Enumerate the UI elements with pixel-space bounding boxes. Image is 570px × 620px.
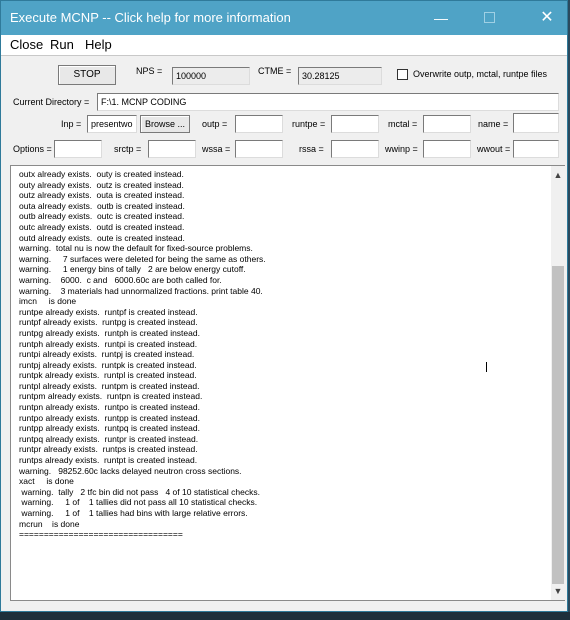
output-line: warning. 1 of 1 tallies did not pass all… bbox=[19, 497, 258, 508]
output-line: runtph already exists. runtpi is created… bbox=[19, 338, 198, 349]
output-line: warning. 98252.60c lacks delayed neutron… bbox=[19, 465, 242, 476]
menu-run[interactable]: Run bbox=[50, 37, 74, 52]
wwout-label: wwout = bbox=[477, 144, 511, 154]
mctal-label: mctal = bbox=[388, 119, 418, 129]
output-line: outz already exists. outa is created ins… bbox=[19, 190, 185, 201]
output-line: outx already exists. outy is created ins… bbox=[19, 169, 184, 179]
output-log-text: outx already exists. outy is created ins… bbox=[19, 169, 539, 540]
srctp-label: srctp = bbox=[114, 144, 142, 154]
output-line: warning. 7 surfaces were deleted for bei… bbox=[19, 253, 266, 264]
outp-label: outp = bbox=[202, 119, 228, 129]
output-line: runtpo already exists. runtpp is created… bbox=[19, 412, 200, 423]
nps-field[interactable]: 100000 bbox=[172, 67, 250, 85]
wssa-field[interactable] bbox=[235, 140, 283, 158]
wssa-label: wssa = bbox=[202, 144, 231, 154]
outp-field[interactable] bbox=[235, 115, 283, 133]
current-directory-label: Current Directory = bbox=[13, 97, 90, 107]
output-line: runtpf already exists. runtpg is created… bbox=[19, 317, 198, 328]
text-cursor-icon bbox=[486, 362, 487, 372]
output-line: runtpn already exists. runtpo is created… bbox=[19, 402, 200, 413]
output-line: runtpj already exists. runtpk is created… bbox=[19, 359, 197, 370]
wwinp-label: wwinp = bbox=[385, 144, 418, 154]
output-line: warning. 3 materials had unnormalized fr… bbox=[19, 285, 263, 296]
options-field[interactable] bbox=[54, 140, 102, 158]
output-line: runtpm already exists. runtpn is created… bbox=[19, 391, 203, 402]
maximize-icon bbox=[483, 12, 495, 24]
output-line: warning. tally 2 tfc bin did not pass 4 … bbox=[19, 486, 260, 497]
output-line: warning. 6000. c and 6000.60c are both c… bbox=[19, 274, 222, 285]
name-field[interactable] bbox=[513, 113, 559, 133]
output-log[interactable]: outx already exists. outy is created ins… bbox=[10, 165, 565, 601]
output-line: outb already exists. outc is created ins… bbox=[19, 211, 185, 222]
output-line: outy already exists. outz is created ins… bbox=[19, 179, 184, 190]
nps-label: NPS = bbox=[136, 66, 163, 76]
runtpe-label: runtpe = bbox=[292, 119, 326, 129]
options-label: Options = bbox=[13, 144, 52, 154]
menu-close[interactable]: Close bbox=[10, 37, 43, 52]
output-line: warning. 1 energy bins of tally 2 are be… bbox=[19, 264, 246, 275]
output-line: imcn is done bbox=[19, 296, 77, 307]
output-line: outd already exists. oute is created ins… bbox=[19, 232, 185, 243]
inp-field[interactable]: presentwo bbox=[87, 115, 137, 133]
output-line: xact is done bbox=[19, 476, 74, 487]
ctme-field[interactable]: 30.28125 bbox=[298, 67, 382, 85]
scrollbar-thumb[interactable] bbox=[552, 266, 564, 584]
output-line: runtpr already exists. runtps is created… bbox=[19, 444, 198, 455]
output-line: runtps already exists. runtpt is created… bbox=[19, 455, 198, 466]
output-line: runtpe already exists. runtpf is created… bbox=[19, 306, 198, 317]
name-label: name = bbox=[478, 119, 509, 129]
overwrite-checkbox[interactable] bbox=[397, 69, 408, 80]
close-window-button[interactable]: ✕ bbox=[525, 1, 569, 35]
window-title: Execute MCNP -- Click help for more info… bbox=[10, 10, 291, 25]
current-directory-field[interactable]: F:\1. MCNP CODING bbox=[97, 93, 559, 111]
output-line: runtpg already exists. runtph is created… bbox=[19, 327, 200, 338]
menu-help[interactable]: Help bbox=[85, 37, 112, 52]
scroll-up-icon[interactable]: ▲ bbox=[551, 168, 565, 182]
output-line: runtpq already exists. runtpr is created… bbox=[19, 433, 199, 444]
menu-divider bbox=[1, 55, 567, 56]
title-bar[interactable]: Execute MCNP -- Click help for more info… bbox=[1, 1, 567, 35]
mctal-field[interactable] bbox=[423, 115, 471, 133]
runtpe-field[interactable] bbox=[331, 115, 379, 133]
ctme-label: CTME = bbox=[258, 66, 292, 76]
maximize-button[interactable] bbox=[467, 1, 511, 35]
wwinp-field[interactable] bbox=[423, 140, 471, 158]
output-line: runtpp already exists. runtpq is created… bbox=[19, 423, 200, 434]
output-line: runtpl already exists. runtpm is created… bbox=[19, 380, 200, 391]
inp-label: Inp = bbox=[61, 119, 82, 129]
mcnp-window: Execute MCNP -- Click help for more info… bbox=[0, 0, 568, 612]
srctp-field[interactable] bbox=[148, 140, 196, 158]
output-line: outa already exists. outb is created ins… bbox=[19, 200, 185, 211]
output-scrollbar[interactable]: ▲ ▼ bbox=[551, 166, 565, 600]
menu-bar: Close Run Help bbox=[1, 35, 567, 55]
output-line: warning. total nu is now the default for… bbox=[19, 243, 253, 254]
desktop-taskbar-edge bbox=[0, 612, 570, 620]
wwout-field[interactable] bbox=[513, 140, 559, 158]
output-line: warning. 1 of 1 tallies had bins with la… bbox=[19, 508, 248, 518]
browse-button[interactable]: Browse ... bbox=[140, 115, 190, 133]
output-line: ================================= bbox=[19, 529, 183, 540]
minimize-button[interactable]: — bbox=[419, 1, 463, 35]
stop-button[interactable]: STOP bbox=[58, 65, 116, 85]
output-line: runtpk already exists. runtpl is created… bbox=[19, 370, 197, 381]
rssa-field[interactable] bbox=[331, 140, 379, 158]
scroll-down-icon[interactable]: ▼ bbox=[551, 584, 565, 598]
rssa-label: rssa = bbox=[299, 144, 324, 154]
output-line: outc already exists. outd is created ins… bbox=[19, 221, 185, 232]
overwrite-label: Overwrite outp, mctal, runtpe files bbox=[413, 69, 548, 79]
output-line: mcrun is done bbox=[19, 518, 80, 529]
output-line: runtpi already exists. runtpj is created… bbox=[19, 349, 195, 360]
